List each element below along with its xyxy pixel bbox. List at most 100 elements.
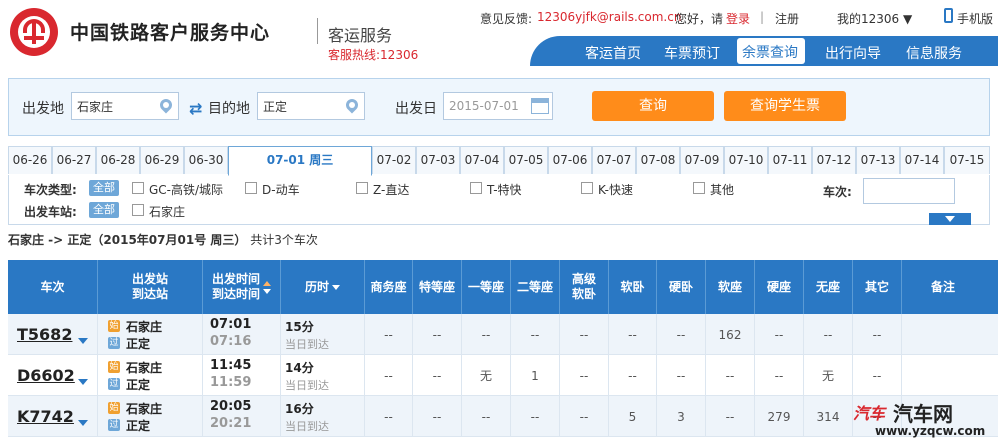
nav-item-home[interactable]: 客运首页 xyxy=(585,43,641,63)
type-checkbox-d[interactable] xyxy=(245,182,257,194)
to-station-name[interactable]: 正定 xyxy=(126,335,150,352)
departure-time: 11:45 xyxy=(210,358,252,373)
brand-title: 中国铁路客户服务中心 xyxy=(70,22,271,44)
train-number-link[interactable]: D6602 xyxy=(17,366,75,385)
th-duration[interactable]: 历时 xyxy=(281,260,365,314)
date-tab[interactable]: 07-10 xyxy=(724,146,768,174)
query-student-button[interactable]: 查询学生票 xyxy=(724,91,846,121)
date-tabs: 06-26 06-27 06-28 06-29 06-30 07-01 周三 0… xyxy=(8,146,990,176)
nav-item-guide[interactable]: 出行向导 xyxy=(825,43,881,63)
date-tab[interactable]: 06-28 xyxy=(96,146,140,174)
station-checkbox[interactable] xyxy=(132,204,144,216)
type-label-d: D-动车 xyxy=(262,183,300,197)
mobile-version-link[interactable]: 手机版 xyxy=(957,10,993,27)
date-tab[interactable]: 07-04 xyxy=(460,146,504,174)
brand-subtitle: 客运服务 xyxy=(328,26,393,45)
to-station-name[interactable]: 正定 xyxy=(126,417,150,434)
th-business: 商务座 xyxy=(365,260,413,314)
date-tab[interactable]: 06-27 xyxy=(52,146,96,174)
seat-availability-cell: 162 xyxy=(706,314,755,355)
date-label: 出发日 xyxy=(395,101,437,117)
date-tab[interactable]: 06-30 xyxy=(184,146,228,174)
cell-stations: 始石家庄过正定 xyxy=(98,355,203,396)
type-label-gc: GC-高铁/城际 xyxy=(149,183,224,197)
table-header: 车次 出发站 到达站 出发时间 到达时间 历时 商务座 特等座 一等座 二等座 … xyxy=(8,260,998,314)
train-number-link[interactable]: K7742 xyxy=(17,407,74,426)
table-row: T5682 始石家庄过正定 07:01 07:16 15分 当日到达 -- -- -- -- -- -… xyxy=(8,314,998,355)
date-tab[interactable]: 07-11 xyxy=(768,146,812,174)
my12306-menu[interactable]: 我的12306 ▼ xyxy=(837,10,912,27)
query-button[interactable]: 查询 xyxy=(592,91,714,121)
duration: 16分 xyxy=(285,402,314,416)
date-tab[interactable]: 07-15 xyxy=(944,146,990,174)
date-tab[interactable]: 07-03 xyxy=(416,146,460,174)
expand-stops-icon[interactable] xyxy=(78,379,88,385)
type-checkbox-other[interactable] xyxy=(693,182,705,194)
expand-stops-icon[interactable] xyxy=(78,420,88,426)
seat-availability-cell: -- xyxy=(560,355,609,396)
train-type-label: 车次类型: xyxy=(24,183,77,197)
summary-count: 共计3个车次 xyxy=(250,233,318,247)
railway-logo-icon[interactable] xyxy=(10,8,58,56)
date-tab[interactable]: 07-05 xyxy=(504,146,548,174)
type-checkbox-gc[interactable] xyxy=(132,182,144,194)
calendar-icon[interactable] xyxy=(531,98,549,114)
train-number-input[interactable] xyxy=(863,178,955,204)
search-panel: 出发地 ⇄ 目的地 出发日 查询 查询学生票 xyxy=(8,78,990,136)
station-all-button[interactable]: 全部 xyxy=(89,202,119,218)
swap-stations-icon[interactable]: ⇄ xyxy=(189,99,202,118)
seat-availability-cell: -- xyxy=(413,396,462,437)
seat-availability-cell: -- xyxy=(365,396,413,437)
cell-times: 11:45 11:59 xyxy=(203,355,281,396)
from-label: 出发地 xyxy=(22,101,64,117)
seat-availability-cell: 无 xyxy=(804,355,853,396)
search-summary: 石家庄 -> 正定（2015年07月01号 周三） 共计3个车次 xyxy=(8,231,318,248)
collapse-toggle[interactable] xyxy=(929,213,971,225)
date-tab[interactable]: 07-14 xyxy=(900,146,944,174)
type-checkbox-z[interactable] xyxy=(356,182,368,194)
feedback-email-link[interactable]: 12306yjfk@rails.com.cn xyxy=(537,10,681,24)
type-checkbox-t[interactable] xyxy=(470,182,482,194)
nav-item-ticket-query[interactable]: 余票查询 xyxy=(737,38,805,64)
cell-stations: 始石家庄过正定 xyxy=(98,314,203,355)
date-tab[interactable]: 07-07 xyxy=(592,146,636,174)
date-tab[interactable]: 07-13 xyxy=(856,146,900,174)
table-row: D6602 始石家庄过正定 11:45 11:59 14分 当日到达 -- -- 无 1 -- -- -… xyxy=(8,355,998,396)
seat-availability-cell: -- xyxy=(657,314,706,355)
th-times[interactable]: 出发时间 到达时间 xyxy=(203,260,281,314)
date-tab[interactable]: 06-26 xyxy=(8,146,52,174)
duration: 15分 xyxy=(285,320,314,334)
nav-item-info[interactable]: 信息服务 xyxy=(906,43,962,63)
train-type-all-button[interactable]: 全部 xyxy=(89,180,119,196)
from-station-name[interactable]: 石家庄 xyxy=(126,318,162,335)
seat-availability-cell: -- xyxy=(853,355,902,396)
date-tab[interactable]: 07-09 xyxy=(680,146,724,174)
from-station-name[interactable]: 石家庄 xyxy=(126,359,162,376)
register-link[interactable]: 注册 xyxy=(775,10,799,27)
arrival-time: 07:16 xyxy=(210,334,252,349)
seat-availability-cell: -- xyxy=(560,396,609,437)
expand-stops-icon[interactable] xyxy=(78,338,88,344)
type-label-other: 其他 xyxy=(710,183,735,197)
date-tab[interactable]: 07-02 xyxy=(372,146,416,174)
seat-availability-cell: -- xyxy=(657,355,706,396)
to-station-name[interactable]: 正定 xyxy=(126,376,150,393)
train-number-link[interactable]: T5682 xyxy=(17,325,72,344)
from-station-name[interactable]: 石家庄 xyxy=(126,400,162,417)
th-second: 二等座 xyxy=(511,260,560,314)
nav-item-booking[interactable]: 车票预订 xyxy=(664,43,720,63)
th-no-seat: 无座 xyxy=(804,260,853,314)
date-tab[interactable]: 07-12 xyxy=(812,146,856,174)
watermark-url: www.yzqcw.com xyxy=(875,424,986,438)
date-tab[interactable]: 06-29 xyxy=(140,146,184,174)
date-tab[interactable]: 07-06 xyxy=(548,146,592,174)
sort-asc-icon xyxy=(263,280,271,286)
seat-availability-cell: -- xyxy=(755,355,804,396)
seat-availability-cell: 3 xyxy=(657,396,706,437)
date-tab-active[interactable]: 07-01 周三 xyxy=(228,146,372,176)
seat-availability-cell: 5 xyxy=(609,396,657,437)
type-label-z: Z-直达 xyxy=(373,183,410,197)
type-checkbox-k[interactable] xyxy=(581,182,593,194)
login-link[interactable]: 登录 xyxy=(726,10,750,27)
date-tab[interactable]: 07-08 xyxy=(636,146,680,174)
